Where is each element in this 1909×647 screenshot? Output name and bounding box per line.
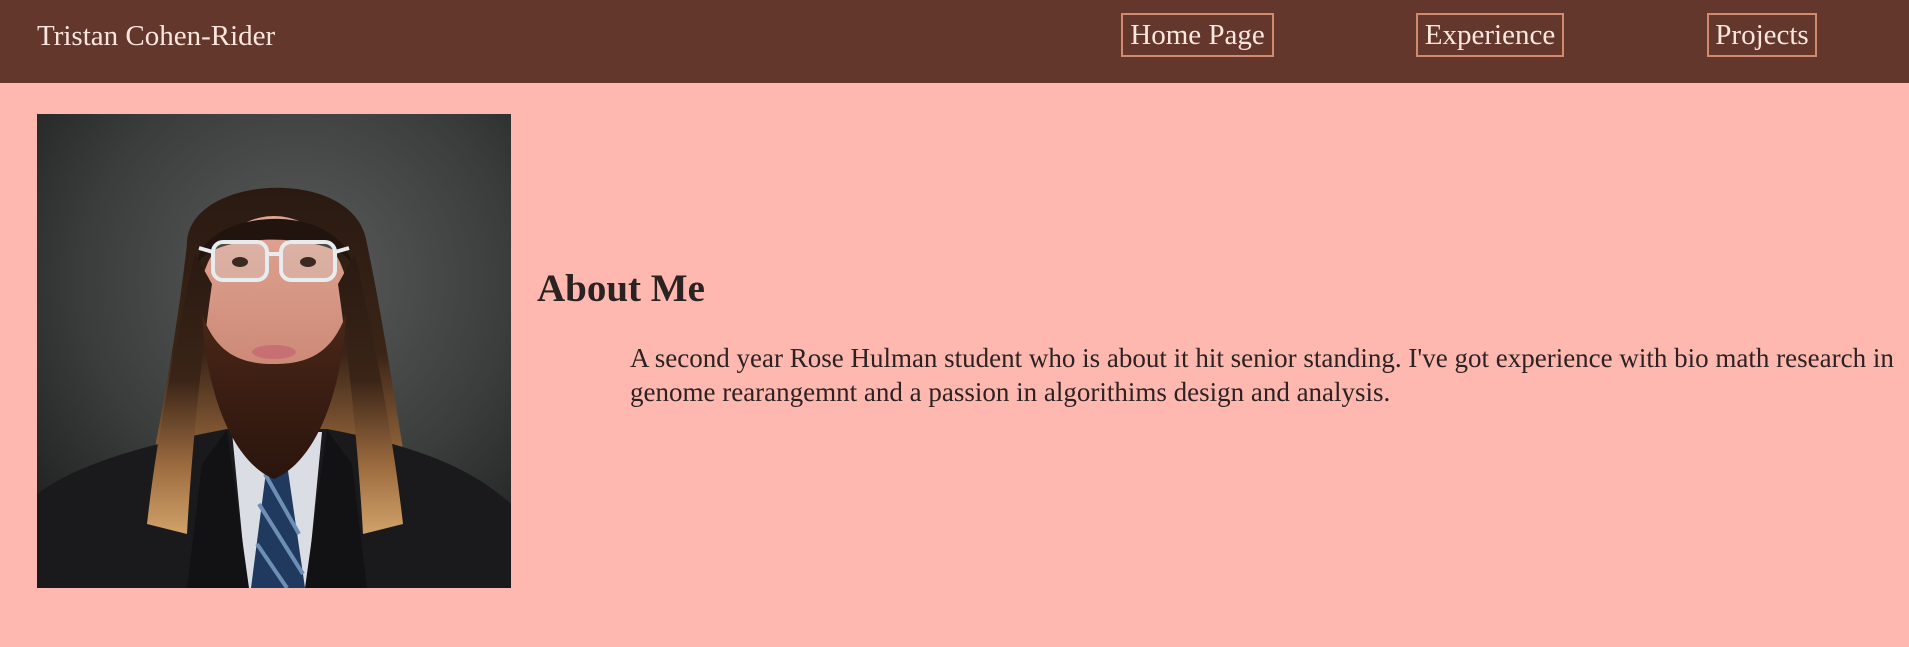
profile-photo-image <box>37 114 511 588</box>
top-navigation-bar: Tristan Cohen-Rider Home Page Experience… <box>0 0 1909 83</box>
site-name[interactable]: Tristan Cohen-Rider <box>37 18 275 54</box>
about-me-heading: About Me <box>537 267 705 310</box>
nav-link-experience[interactable]: Experience <box>1416 13 1564 57</box>
nav-link-home-page[interactable]: Home Page <box>1121 13 1274 57</box>
nav-link-projects[interactable]: Projects <box>1707 13 1817 57</box>
about-me-text: A second year Rose Hulman student who is… <box>630 343 1894 407</box>
profile-photo <box>37 114 511 588</box>
